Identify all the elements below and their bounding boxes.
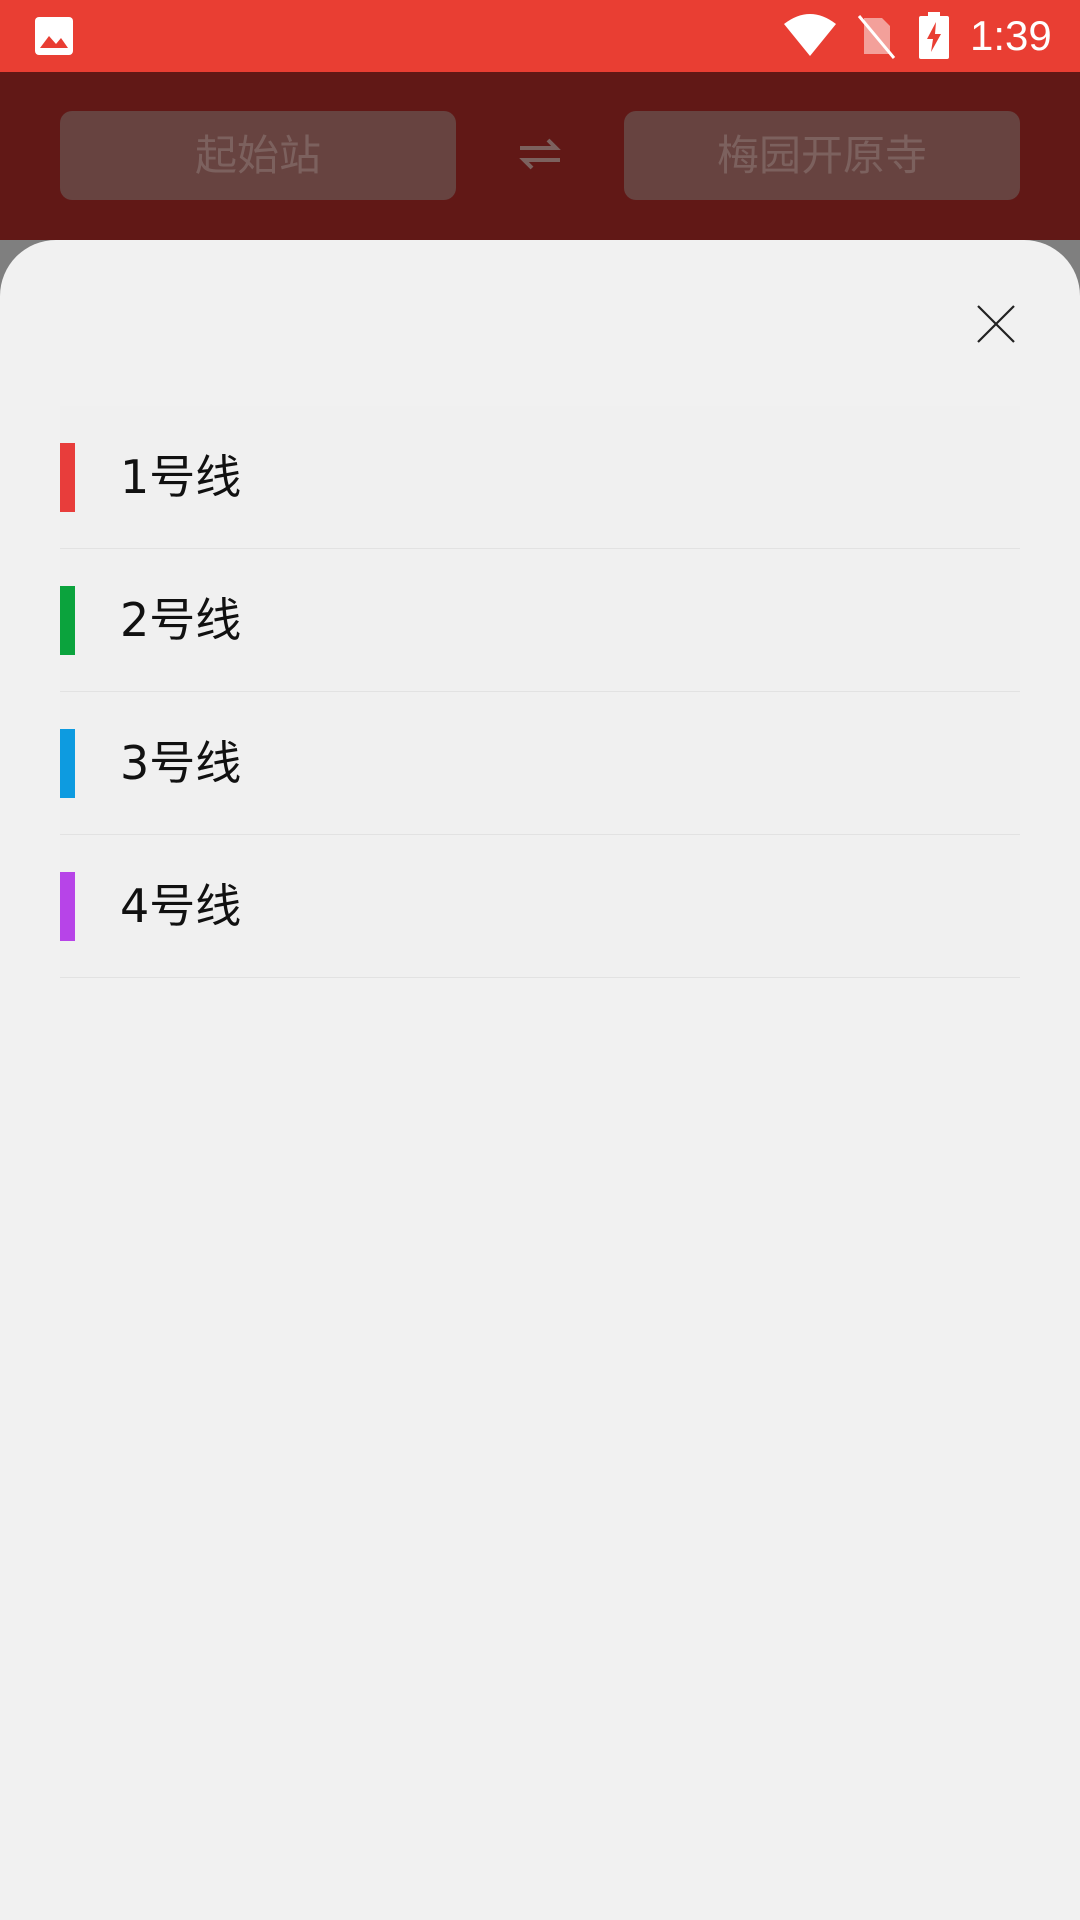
status-bar: 1:39 xyxy=(0,0,1080,72)
line-picker-sheet: 1号线 2号线 3号线 4号线 xyxy=(0,240,1080,1920)
wifi-icon xyxy=(784,14,836,56)
line-label: 3号线 xyxy=(120,736,242,790)
line-item-3[interactable]: 3号线 xyxy=(60,692,1020,835)
line-item-2[interactable]: 2号线 xyxy=(60,549,1020,692)
line-item-4[interactable]: 4号线 xyxy=(60,835,1020,978)
gallery-icon xyxy=(35,17,73,55)
no-sim-icon xyxy=(857,15,896,59)
close-icon[interactable] xyxy=(974,302,1018,346)
line-color-bar xyxy=(60,872,75,941)
start-station-field[interactable]: 起始站 xyxy=(60,111,456,200)
screen: 1:39 起始站 梅园开原寺 1号线 2号线 3号线 4号线 xyxy=(0,0,1080,1920)
swap-arrows-icon[interactable] xyxy=(516,134,564,174)
line-color-bar xyxy=(60,729,75,798)
route-header: 起始站 梅园开原寺 xyxy=(0,72,1080,240)
line-item-1[interactable]: 1号线 xyxy=(60,406,1020,549)
battery-charging-icon xyxy=(919,12,949,59)
line-label: 4号线 xyxy=(120,879,242,933)
status-time: 1:39 xyxy=(970,12,1052,59)
line-color-bar xyxy=(60,443,75,512)
line-label: 2号线 xyxy=(120,593,242,647)
line-label: 1号线 xyxy=(120,450,242,504)
line-list: 1号线 2号线 3号线 4号线 xyxy=(60,406,1020,978)
line-color-bar xyxy=(60,586,75,655)
end-station-field[interactable]: 梅园开原寺 xyxy=(624,111,1020,200)
